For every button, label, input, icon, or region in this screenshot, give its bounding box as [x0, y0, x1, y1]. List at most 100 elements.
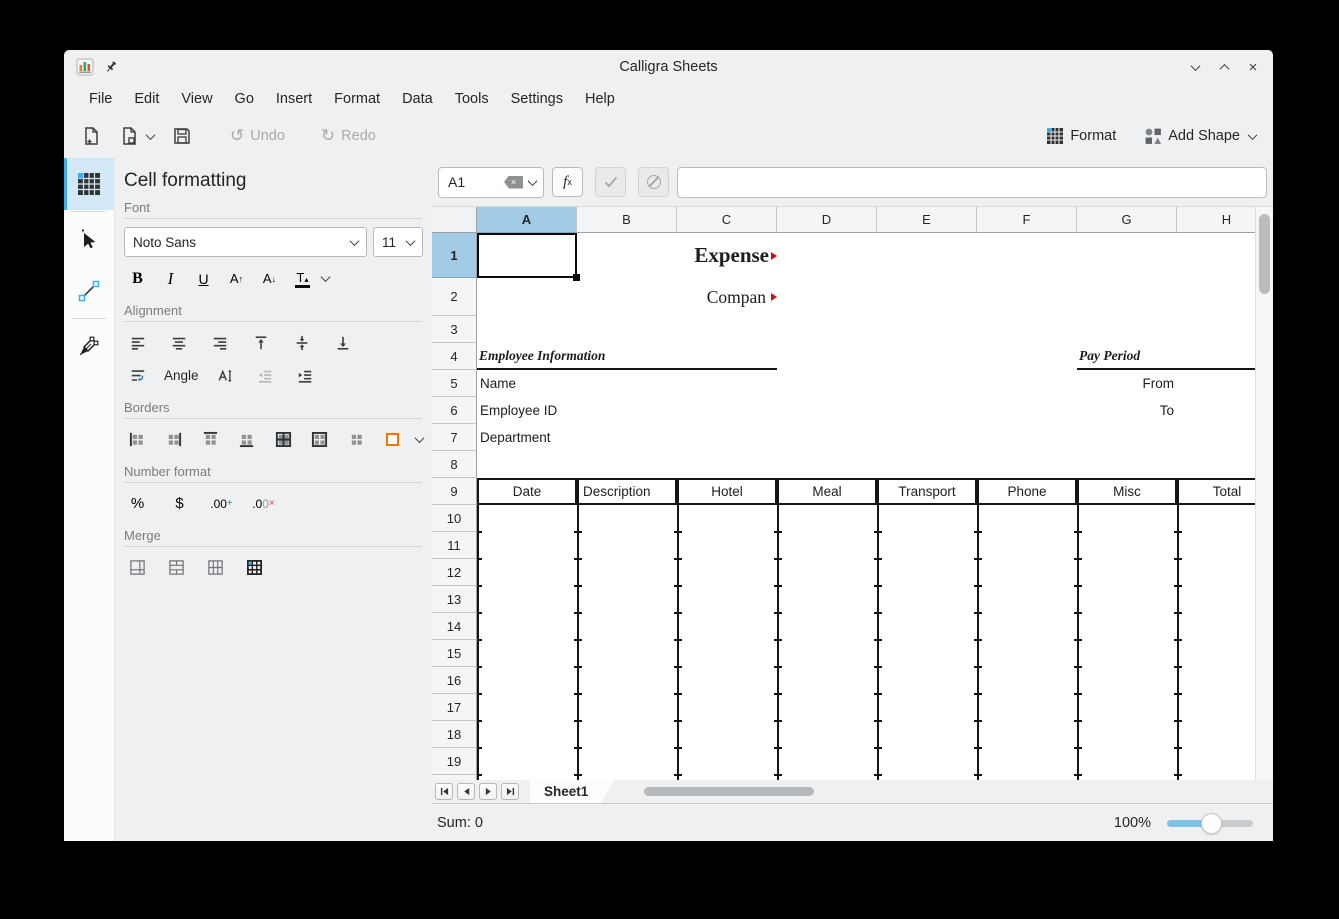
row-header-1[interactable]: 1: [432, 233, 477, 278]
border-all-button[interactable]: [270, 427, 297, 452]
border-color-button[interactable]: [380, 427, 407, 452]
menu-file[interactable]: File: [78, 88, 123, 110]
align-left-button[interactable]: [124, 330, 151, 355]
cell-A5[interactable]: Name: [477, 370, 577, 397]
italic-button[interactable]: I: [157, 266, 184, 291]
menu-help[interactable]: Help: [574, 88, 626, 110]
align-top-button[interactable]: [247, 330, 274, 355]
horizontal-scrollbar-thumb[interactable]: [644, 787, 814, 796]
prev-sheet-button[interactable]: [457, 783, 475, 800]
cell-G6[interactable]: To: [1077, 397, 1177, 424]
cell-C9[interactable]: Hotel: [677, 478, 777, 505]
increase-precision-button[interactable]: .00+: [208, 491, 235, 516]
row-header-9[interactable]: 9: [432, 478, 477, 505]
last-sheet-button[interactable]: [501, 783, 519, 800]
border-left-button[interactable]: [124, 427, 151, 452]
row-header-4[interactable]: 4: [432, 343, 477, 370]
cell-G9[interactable]: Misc: [1077, 478, 1177, 505]
close-button[interactable]: ×: [1245, 59, 1261, 75]
column-header-G[interactable]: G: [1077, 207, 1177, 233]
border-top-button[interactable]: [197, 427, 224, 452]
open-document-button[interactable]: [114, 122, 159, 150]
vertical-scrollbar[interactable]: [1255, 207, 1273, 780]
cell-D9[interactable]: Meal: [777, 478, 877, 505]
select-all-corner[interactable]: [432, 207, 477, 233]
column-header-A[interactable]: A: [477, 207, 577, 233]
border-more-chevron-icon[interactable]: [415, 433, 425, 443]
underline-button[interactable]: U: [190, 266, 217, 291]
row-header-17[interactable]: 17: [432, 694, 477, 721]
align-right-button[interactable]: [206, 330, 233, 355]
sheet-content[interactable]: ExpenseCompan Employee Information Pay Per…: [477, 233, 1255, 780]
currency-format-button[interactable]: $: [166, 491, 193, 516]
indent-more-button[interactable]: [292, 363, 319, 388]
font-size-select[interactable]: 11: [373, 227, 423, 257]
menu-go[interactable]: Go: [224, 88, 265, 110]
row-header-15[interactable]: 15: [432, 640, 477, 667]
row-header-12[interactable]: 12: [432, 559, 477, 586]
percent-format-button[interactable]: %: [124, 491, 151, 516]
first-sheet-button[interactable]: [435, 783, 453, 800]
text-color-button[interactable]: T▴: [289, 266, 316, 291]
row-header-10[interactable]: 10: [432, 505, 477, 532]
new-document-button[interactable]: [76, 122, 106, 150]
decrease-font-button[interactable]: A↓: [256, 266, 283, 291]
column-header-B[interactable]: B: [577, 207, 677, 233]
cell-G4[interactable]: Pay Period: [1077, 343, 1255, 370]
increase-font-button[interactable]: A↑: [223, 266, 250, 291]
cell-H9[interactable]: Total: [1177, 478, 1255, 505]
next-sheet-button[interactable]: [479, 783, 497, 800]
cell-C2[interactable]: Compan: [677, 278, 777, 316]
cell-E9[interactable]: Transport: [877, 478, 977, 505]
minimize-button[interactable]: [1187, 59, 1203, 75]
add-shape-button[interactable]: Add Shape: [1139, 123, 1261, 149]
menu-edit[interactable]: Edit: [123, 88, 170, 110]
selection-fill-handle[interactable]: [573, 274, 580, 281]
row-header-8[interactable]: 8: [432, 451, 477, 478]
formula-function-button[interactable]: fx: [552, 167, 583, 197]
row-header-7[interactable]: 7: [432, 424, 477, 451]
merge-horizontal-button[interactable]: [163, 555, 190, 580]
zoom-slider-handle[interactable]: [1201, 813, 1222, 834]
border-right-button[interactable]: [161, 427, 188, 452]
cell-A4[interactable]: Employee Information: [477, 343, 777, 370]
row-header-14[interactable]: 14: [432, 613, 477, 640]
row-header-19[interactable]: 19: [432, 748, 477, 775]
cell-format-tool-button[interactable]: [64, 158, 114, 210]
row-header-16[interactable]: 16: [432, 667, 477, 694]
cell-reference-box[interactable]: A1 ×: [438, 167, 544, 198]
align-center-button[interactable]: [165, 330, 192, 355]
row-header-18[interactable]: 18: [432, 721, 477, 748]
row-header-6[interactable]: 6: [432, 397, 477, 424]
selection-tool-button[interactable]: [64, 213, 114, 265]
cell-G5[interactable]: From: [1077, 370, 1177, 397]
align-middle-button[interactable]: [288, 330, 315, 355]
menu-data[interactable]: Data: [391, 88, 444, 110]
format-button[interactable]: Format: [1041, 123, 1121, 149]
wrap-text-button[interactable]: [124, 363, 151, 388]
save-button[interactable]: [167, 122, 197, 150]
menu-format[interactable]: Format: [323, 88, 391, 110]
align-bottom-button[interactable]: [329, 330, 356, 355]
menu-settings[interactable]: Settings: [500, 88, 574, 110]
column-header-E[interactable]: E: [877, 207, 977, 233]
sheet-tab-sheet1[interactable]: Sheet1: [530, 780, 614, 803]
cell-F9[interactable]: Phone: [977, 478, 1077, 505]
menu-view[interactable]: View: [170, 88, 223, 110]
vertical-text-button[interactable]: [212, 363, 239, 388]
cell-A7[interactable]: Department: [477, 424, 577, 451]
menu-tools[interactable]: Tools: [444, 88, 500, 110]
angle-button[interactable]: Angle: [164, 368, 199, 383]
cell-C1[interactable]: Expense: [677, 233, 777, 278]
unmerge-cells-button[interactable]: [241, 555, 268, 580]
row-header-5[interactable]: 5: [432, 370, 477, 397]
merge-cells-button[interactable]: [124, 555, 151, 580]
column-header-F[interactable]: F: [977, 207, 1077, 233]
formula-input[interactable]: [677, 167, 1267, 198]
menu-insert[interactable]: Insert: [265, 88, 323, 110]
clear-reference-icon[interactable]: ×: [504, 176, 523, 189]
zoom-slider[interactable]: [1167, 812, 1253, 834]
calligraphy-tool-button[interactable]: [64, 320, 114, 372]
border-outline-button[interactable]: [307, 427, 334, 452]
row-header-3[interactable]: 3: [432, 316, 477, 343]
